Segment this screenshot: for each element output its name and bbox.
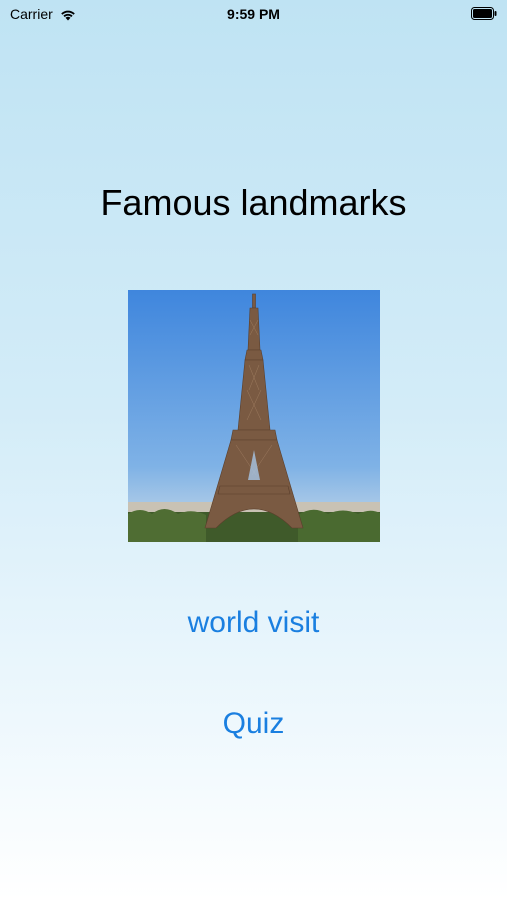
- page-title: Famous landmarks: [100, 182, 407, 223]
- status-time: 9:59 PM: [227, 6, 280, 22]
- status-bar: Carrier 9:59 PM: [0, 0, 507, 28]
- battery-icon: [471, 7, 497, 20]
- quiz-button[interactable]: Quiz: [0, 707, 507, 741]
- world-visit-button[interactable]: world visit: [0, 606, 507, 640]
- eiffel-tower-image: [128, 290, 380, 542]
